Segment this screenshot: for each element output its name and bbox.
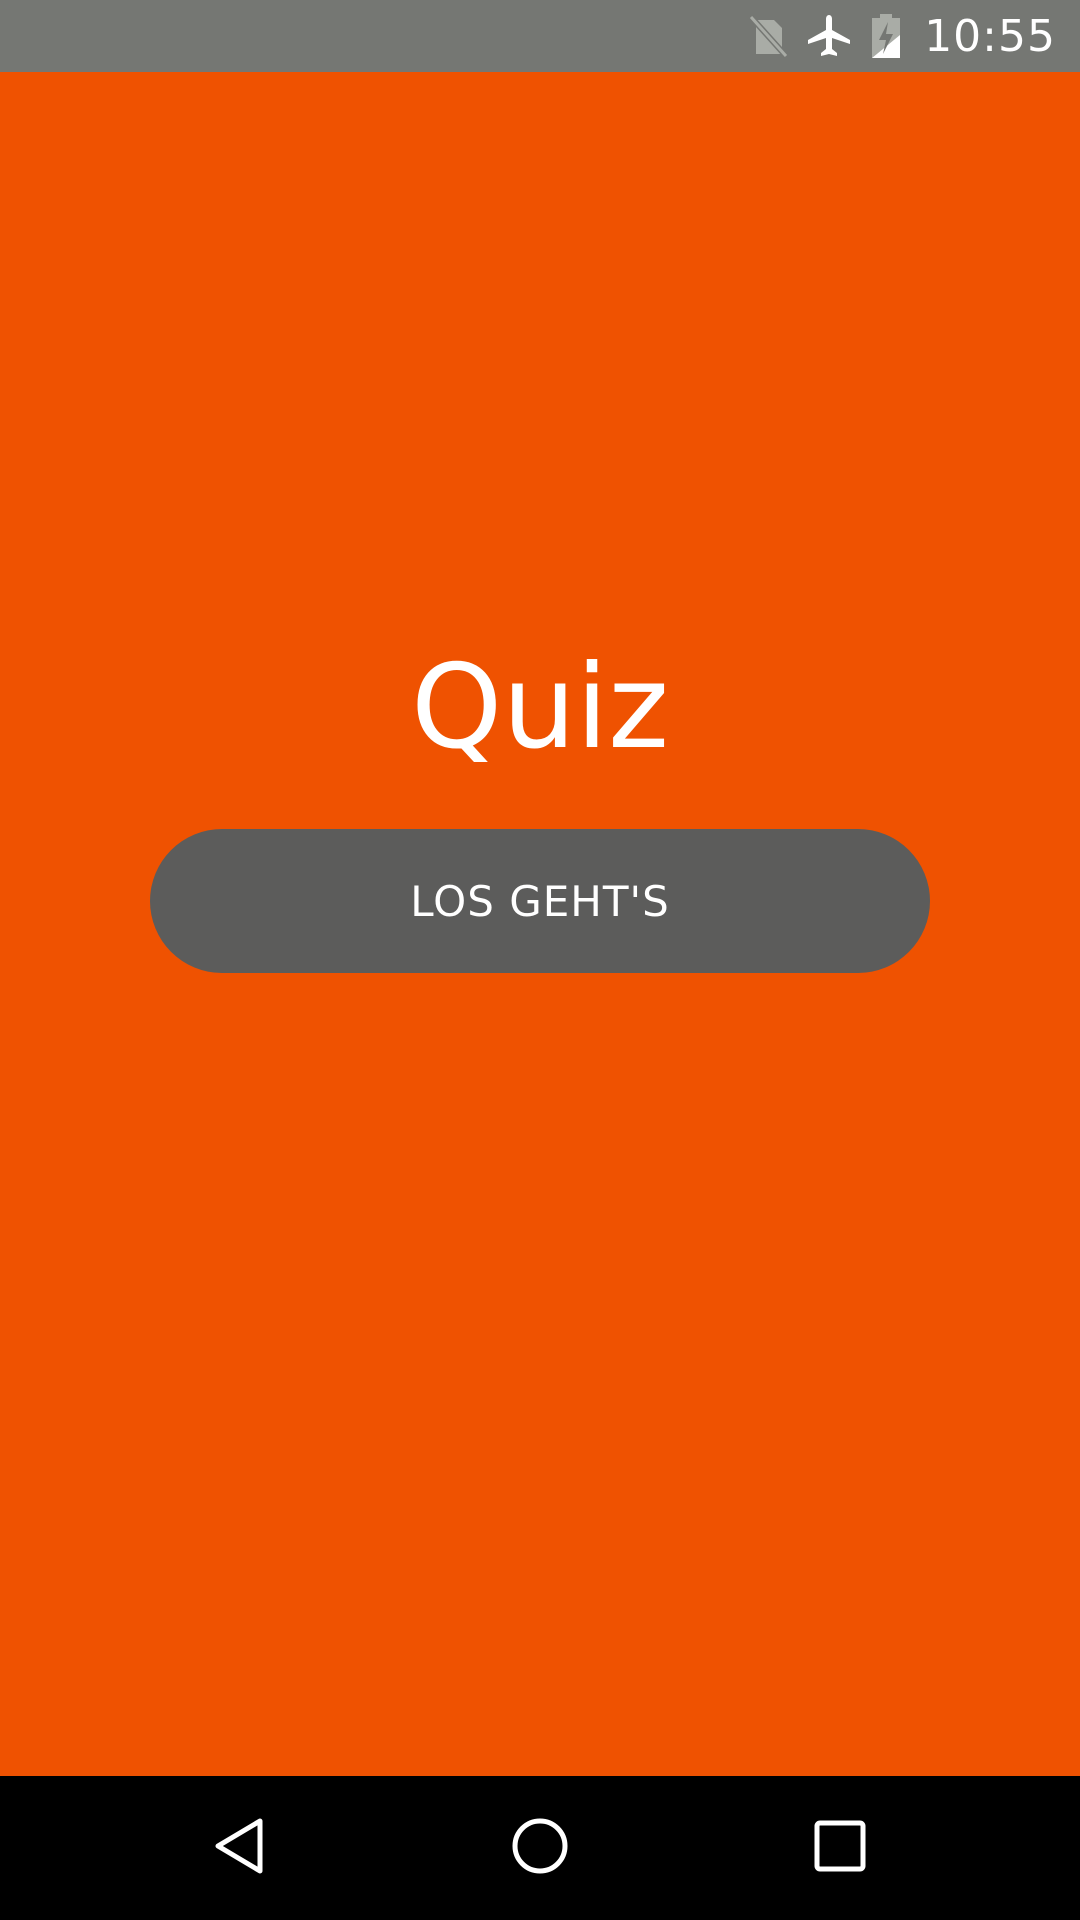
recents-button[interactable] bbox=[760, 1776, 920, 1920]
home-icon bbox=[510, 1816, 570, 1881]
clock: 10:55 bbox=[924, 10, 1056, 62]
quiz-start-screen: 10:55 Quiz LOS GEHT'S bbox=[0, 0, 1080, 1920]
airplane-mode-icon bbox=[806, 13, 852, 59]
battery-charging-icon bbox=[870, 13, 902, 59]
start-quiz-button[interactable]: LOS GEHT'S bbox=[150, 829, 930, 973]
back-button[interactable] bbox=[160, 1776, 320, 1920]
page-title: Quiz bbox=[411, 640, 669, 775]
back-icon bbox=[212, 1816, 268, 1881]
navigation-bar bbox=[0, 1776, 1080, 1920]
no-sim-icon bbox=[748, 14, 789, 58]
status-bar: 10:55 bbox=[0, 0, 1080, 72]
recents-icon bbox=[813, 1819, 867, 1878]
home-button[interactable] bbox=[460, 1776, 620, 1920]
main-content: Quiz LOS GEHT'S bbox=[0, 72, 1080, 1776]
